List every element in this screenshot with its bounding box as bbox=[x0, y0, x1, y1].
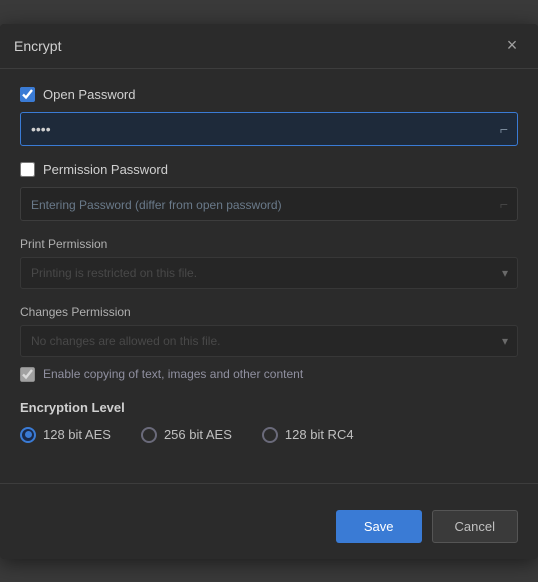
radio-128rc4-label: 128 bit RC4 bbox=[285, 427, 354, 442]
print-permission-select: Printing is restricted on this file. Low… bbox=[20, 257, 518, 289]
encryption-title: Encryption Level bbox=[20, 400, 518, 415]
open-password-input[interactable] bbox=[20, 112, 518, 146]
copy-content-row: Enable copying of text, images and other… bbox=[20, 367, 518, 382]
save-button[interactable]: Save bbox=[336, 510, 422, 543]
changes-permission-select: No changes are allowed on this file. Ins… bbox=[20, 325, 518, 357]
permission-password-section: Permission Password ⌐ bbox=[20, 162, 518, 221]
encryption-section: Encryption Level 128 bit AES 256 bit AES… bbox=[20, 400, 518, 443]
permission-password-eye-icon: ⌐ bbox=[500, 196, 508, 212]
radio-128aes-label: 128 bit AES bbox=[43, 427, 111, 442]
cancel-button[interactable]: Cancel bbox=[432, 510, 518, 543]
dialog-content: Open Password ⌐ Permission Password ⌐ Pr… bbox=[0, 69, 538, 473]
open-password-field-wrapper: ⌐ bbox=[20, 112, 518, 146]
copy-content-checkbox bbox=[20, 367, 35, 382]
open-password-label: Open Password bbox=[43, 87, 136, 102]
dialog-footer: Save Cancel bbox=[0, 498, 538, 559]
changes-permission-select-wrapper: No changes are allowed on this file. Ins… bbox=[20, 325, 518, 357]
copy-content-label: Enable copying of text, images and other… bbox=[43, 367, 303, 381]
radio-item-256aes[interactable]: 256 bit AES bbox=[141, 427, 232, 443]
footer-separator bbox=[0, 483, 538, 484]
open-password-section: Open Password ⌐ bbox=[20, 87, 518, 146]
close-button[interactable]: × bbox=[500, 34, 524, 58]
print-permission-select-wrapper: Printing is restricted on this file. Low… bbox=[20, 257, 518, 289]
changes-permission-section: Changes Permission No changes are allowe… bbox=[20, 305, 518, 382]
radio-256aes-indicator bbox=[141, 427, 157, 443]
radio-128rc4-indicator bbox=[262, 427, 278, 443]
permission-password-checkbox[interactable] bbox=[20, 162, 35, 177]
radio-128aes-indicator bbox=[20, 427, 36, 443]
permission-password-label: Permission Password bbox=[43, 162, 168, 177]
radio-item-128rc4[interactable]: 128 bit RC4 bbox=[262, 427, 354, 443]
open-password-checkbox[interactable] bbox=[20, 87, 35, 102]
title-bar: Encrypt × bbox=[0, 24, 538, 69]
encrypt-dialog: Encrypt × Open Password ⌐ Permission Pas… bbox=[0, 24, 538, 559]
changes-permission-label: Changes Permission bbox=[20, 305, 518, 319]
radio-item-128aes[interactable]: 128 bit AES bbox=[20, 427, 111, 443]
radio-256aes-label: 256 bit AES bbox=[164, 427, 232, 442]
permission-password-row: Permission Password bbox=[20, 162, 518, 177]
dialog-title: Encrypt bbox=[14, 38, 61, 54]
print-permission-section: Print Permission Printing is restricted … bbox=[20, 237, 518, 289]
print-permission-label: Print Permission bbox=[20, 237, 518, 251]
open-password-row: Open Password bbox=[20, 87, 518, 102]
permission-password-input bbox=[20, 187, 518, 221]
open-password-eye-icon[interactable]: ⌐ bbox=[500, 121, 508, 137]
permission-password-field-wrapper: ⌐ bbox=[20, 187, 518, 221]
encryption-radio-group: 128 bit AES 256 bit AES 128 bit RC4 bbox=[20, 427, 518, 443]
